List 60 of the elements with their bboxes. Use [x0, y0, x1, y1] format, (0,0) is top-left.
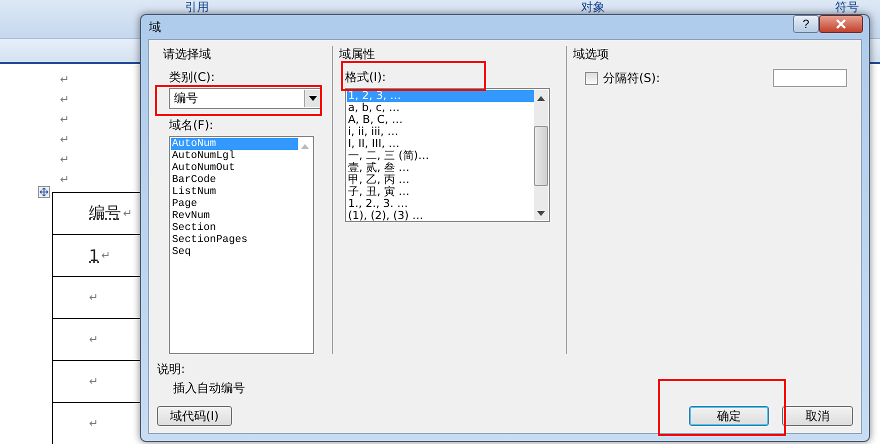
list-item[interactable]: i, ii, iii, … — [347, 126, 534, 138]
paragraph-mark: ↵ — [60, 72, 70, 88]
help-button[interactable]: ? — [793, 15, 819, 33]
field-names-label: 域名(F): — [169, 117, 214, 134]
paragraph-mark: ↵ — [60, 92, 70, 108]
paragraph-mark: ↵ — [89, 417, 98, 430]
paragraph-mark: ↵ — [60, 112, 70, 128]
list-item[interactable]: ListNum — [171, 186, 298, 198]
list-item[interactable]: Page — [171, 198, 298, 210]
separator-label: 分隔符(S): — [603, 70, 660, 86]
move-handle-icon[interactable] — [38, 186, 50, 198]
category-label: 类别(C): — [169, 69, 215, 86]
category-dropdown[interactable]: 编号 — [169, 88, 322, 109]
list-item[interactable]: SectionPages — [171, 234, 298, 246]
paragraph-mark: ↵ — [60, 172, 70, 188]
list-item[interactable]: 一, 二, 三 (简)… — [347, 150, 534, 162]
list-item[interactable]: 壹, 贰, 叁 … — [347, 162, 534, 174]
scroll-down-icon[interactable] — [537, 211, 545, 216]
list-item[interactable]: a, b, c, … — [347, 102, 534, 114]
list-item[interactable]: 甲, 乙, 丙 … — [347, 174, 534, 186]
list-item[interactable]: I, II, III, … — [347, 138, 534, 150]
dialog-button[interactable]: 取消 — [782, 406, 854, 426]
separator-checkbox[interactable] — [585, 72, 598, 84]
format-label: 格式(I): — [345, 69, 386, 86]
dialog-button[interactable]: 域代码(I) — [157, 406, 232, 426]
paragraph-mark: ↵ — [89, 333, 98, 346]
table-cell-text: 编号 — [89, 203, 121, 224]
close-button[interactable] — [819, 15, 863, 33]
paragraph-mark: ↵ — [123, 207, 132, 220]
ribbon-group-label: 对象 — [581, 0, 605, 14]
list-item[interactable]: 子, 丑, 寅 … — [347, 186, 534, 198]
group-title: 请选择域 — [163, 46, 211, 63]
list-item[interactable]: AutoNumOut — [171, 162, 298, 174]
ribbon-group-label: 引用 — [185, 0, 209, 14]
paragraph-mark: ↵ — [89, 375, 98, 388]
close-icon — [835, 19, 847, 29]
list-item[interactable]: A, B, C, … — [347, 114, 534, 126]
paragraph-mark: ↵ — [101, 249, 110, 262]
list-item[interactable]: 1., 2., 3. … — [347, 198, 534, 210]
separator-input-field[interactable] — [773, 69, 847, 87]
list-item[interactable]: Seq — [171, 246, 298, 258]
table-cell-text: 1 — [89, 246, 100, 265]
list-item[interactable]: RevNum — [171, 210, 298, 222]
list-item[interactable]: (1), (2), (3) … — [347, 210, 534, 222]
scroll-thumb[interactable] — [534, 126, 548, 186]
group-title: 域选项 — [573, 46, 609, 63]
description-label: 说明: — [157, 361, 186, 378]
list-item[interactable]: BarCode — [171, 174, 298, 186]
dropdown-arrow-icon — [309, 96, 317, 101]
list-item[interactable]: AutoNumLgl — [171, 150, 298, 162]
list-item[interactable]: Section — [171, 222, 298, 234]
description-text: 插入自动编号 — [173, 380, 246, 397]
paragraph-mark: ↵ — [60, 132, 70, 148]
group-title: 域属性 — [339, 46, 375, 63]
ribbon-group-label: 符号 — [835, 0, 859, 14]
paragraph-mark: ↵ — [89, 291, 98, 304]
dialog-title: 域 — [149, 18, 162, 36]
dialog-button[interactable]: 确定 — [688, 406, 770, 426]
paragraph-mark: ↵ — [60, 152, 70, 168]
scroll-up-icon[interactable] — [537, 96, 545, 101]
